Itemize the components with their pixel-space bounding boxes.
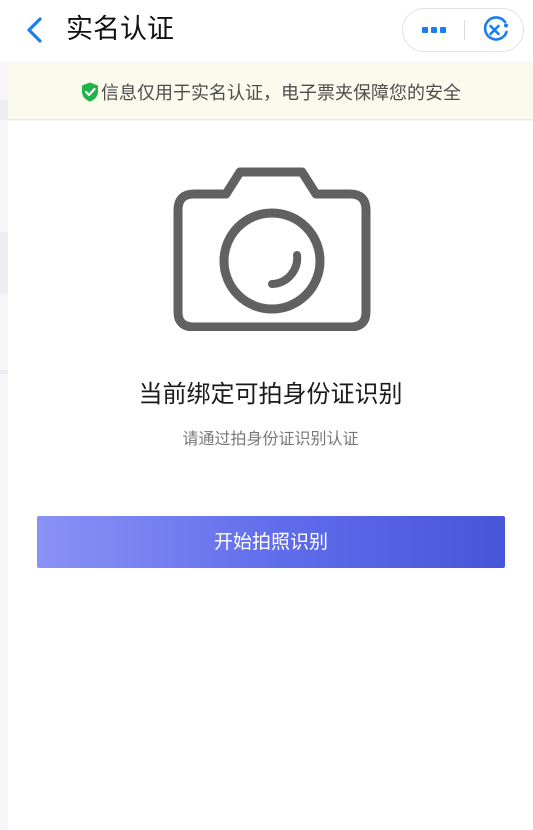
background-strip — [0, 370, 8, 374]
page-title: 实名认证 — [66, 14, 174, 45]
notice-text: 信息仅用于实名认证，电子票夹保障您的安全 — [101, 82, 461, 104]
navigation-bar: 实名认证 — [0, 0, 533, 62]
auth-title: 当前绑定可拍身份证识别 — [138, 380, 403, 408]
back-button[interactable] — [20, 12, 50, 48]
more-button[interactable] — [403, 9, 463, 51]
id-card-auth-panel: 当前绑定可拍身份证识别 请通过拍身份证识别认证 开始拍照识别 — [8, 121, 533, 830]
mini-program-close-icon — [483, 16, 508, 41]
camera-icon — [173, 167, 371, 331]
background-strip — [0, 232, 8, 294]
mini-program-capsule — [402, 8, 524, 52]
security-notice-bar: 信息仅用于实名认证，电子票夹保障您的安全 — [8, 64, 533, 120]
background-strip — [0, 100, 8, 120]
auth-subtitle: 请通过拍身份证识别认证 — [182, 429, 359, 448]
close-mini-program-button[interactable] — [466, 9, 524, 51]
start-photo-recognition-button[interactable]: 开始拍照识别 — [37, 516, 505, 568]
capsule-divider — [464, 20, 465, 40]
real-name-auth-page: 实名认证 信息仅用于实名认证，电子票夹保障您的安全 当前绑定可拍身份证识别 请通… — [0, 0, 533, 830]
more-dots-icon — [422, 27, 446, 33]
chevron-left-icon — [27, 17, 42, 43]
shield-check-icon — [82, 82, 98, 101]
